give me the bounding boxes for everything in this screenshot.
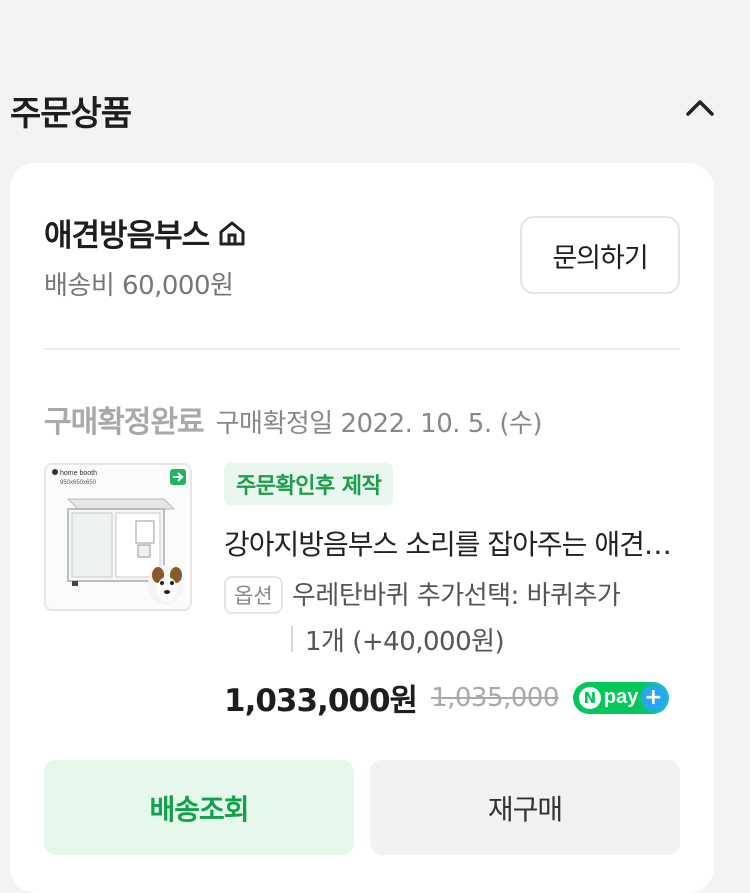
option-text: 우레탄바퀴 추가선택: 바퀴추가 [292, 581, 621, 611]
track-delivery-button[interactable]: 배송조회 [44, 760, 354, 855]
home-icon [215, 216, 249, 250]
npay-plus-badge: N pay + [572, 681, 670, 714]
order-card: 애견방음부스 배송비 60,000원 문의하기 구매확정완료 구매확정일 202… [10, 163, 714, 893]
shipping-fee: 배송비 60,000원 [44, 271, 234, 301]
made-to-order-badge: 주문확인후 제작 [224, 463, 394, 505]
price-row: 1,033,000원 1,035,000 N pay + [224, 675, 670, 720]
npay-label: pay [603, 686, 639, 708]
inquiry-button[interactable]: 문의하기 [520, 216, 680, 294]
plus-icon: + [641, 685, 666, 710]
order-status-line: 구매확정완료 구매확정일 2022. 10. 5. (수) [44, 397, 543, 441]
divider [44, 348, 680, 350]
option-quantity: 1개 (+40,000원) [305, 627, 505, 657]
naver-n-icon: N [578, 686, 601, 709]
store-name[interactable]: 애견방음부스 [44, 210, 249, 255]
chevron-up-icon [684, 98, 716, 122]
section-title: 주문상품 [10, 94, 132, 134]
option-separator [291, 626, 293, 652]
order-status: 구매확정완료 [44, 405, 205, 440]
original-price: 1,035,000 [431, 682, 559, 713]
product-image: home booth 950x650x650 [46, 465, 190, 609]
product-title[interactable]: 강아지방음부스 소리를 잡아주는 애견방음부스 [224, 523, 684, 563]
thumb-size: 950x650x650 [60, 480, 97, 486]
option-tag: 옵션 [224, 576, 283, 614]
thumb-brand: home booth [60, 470, 97, 477]
store-name-label: 애견방음부스 [44, 218, 210, 254]
product-thumbnail[interactable]: home booth 950x650x650 [44, 463, 192, 611]
rebuy-button[interactable]: 재구매 [370, 760, 680, 855]
price: 1,033,000원 [224, 683, 418, 719]
confirm-date: 구매확정일 2022. 10. 5. (수) [215, 409, 543, 439]
collapse-button[interactable] [678, 92, 722, 128]
